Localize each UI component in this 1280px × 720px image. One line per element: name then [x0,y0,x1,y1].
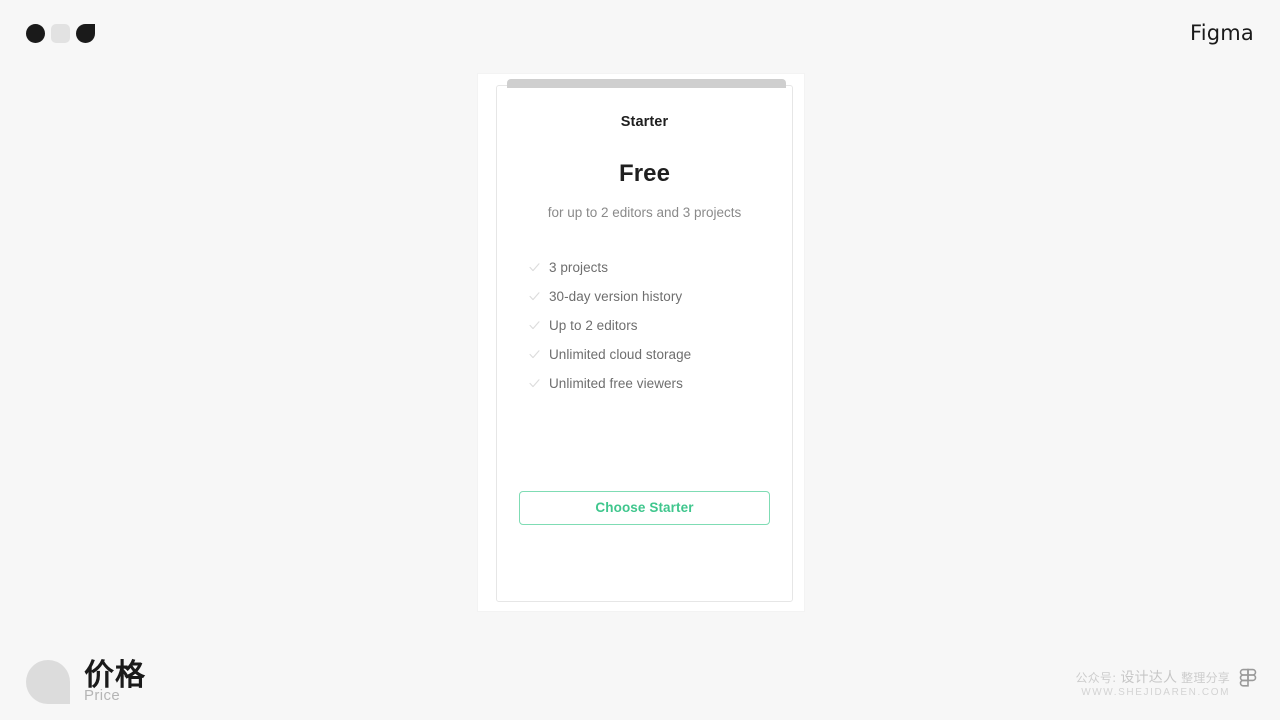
list-item: Up to 2 editors [519,318,770,334]
plan-name: Starter [620,114,669,130]
feature-label: Up to 2 editors [549,318,638,333]
watermark-brand: 设计达人 [1120,669,1178,686]
watermark-suffix: 整理分享 [1177,670,1230,685]
caption-text: 价格 Price [84,660,146,704]
light-rounded-square-icon [51,24,70,43]
feature-label: 30-day version history [549,289,683,304]
pricing-card-body: Starter Free for up to 2 editors and 3 p… [497,86,792,601]
check-icon [529,262,540,275]
top-bar: Figma [0,0,1280,66]
watermark: 公众号: 设计达人 整理分享 WWW.SHEJIDAREN.COM [1076,668,1259,702]
feature-list: 3 projects 30-day version history Up to … [519,260,770,405]
pricing-card: Starter Free for up to 2 editors and 3 p… [496,79,793,602]
choose-starter-button[interactable]: Choose Starter [519,491,770,525]
check-icon [529,378,540,391]
leaf-mark-icon [26,660,70,704]
feature-label: 3 projects [549,260,609,275]
card-spacer [519,405,770,491]
feature-label: Unlimited free viewers [549,376,683,391]
plan-subtitle: for up to 2 editors and 3 projects [547,205,742,220]
figma-logo-icon [1236,668,1260,702]
pricing-card-frame: Starter Free for up to 2 editors and 3 p… [478,74,804,611]
check-icon [529,320,540,333]
check-icon [529,291,540,304]
feature-label: Unlimited cloud storage [549,347,692,362]
plan-price: Free [618,160,671,187]
list-item: 30-day version history [519,289,770,305]
page-caption: 价格 Price [26,660,146,704]
check-icon [529,349,540,362]
watermark-prefix: 公众号: [1075,670,1121,685]
dark-circle-icon [26,24,45,43]
figma-wordmark: Figma [1189,21,1254,45]
watermark-lines: 公众号: 设计达人 整理分享 WWW.SHEJIDAREN.COM [1075,669,1231,700]
list-item: 3 projects [519,260,770,276]
list-item: Unlimited cloud storage [519,347,770,363]
watermark-url: WWW.SHEJIDAREN.COM [1081,686,1230,698]
list-item: Unlimited free viewers [519,376,770,392]
dark-leaf-icon [76,24,95,43]
decorative-shape-row [26,24,95,43]
watermark-credit: 公众号: 设计达人 整理分享 [1075,669,1231,686]
